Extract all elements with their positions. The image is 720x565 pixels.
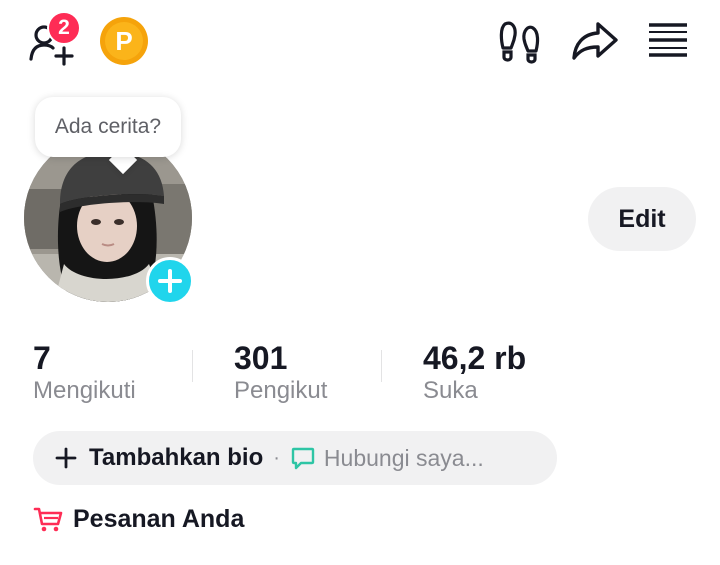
add-bio-label: Tambahkan bio: [89, 444, 264, 471]
following-label: Mengikuti: [33, 377, 136, 404]
story-prompt-text: Ada cerita?: [54, 115, 162, 138]
menu-icon: [649, 23, 687, 57]
separator-dot: ·: [273, 446, 280, 469]
shopping-cart-icon: [33, 507, 63, 532]
menu-button[interactable]: [646, 18, 690, 62]
points-coin-icon: P: [105, 22, 143, 60]
followers-count: 301: [234, 340, 288, 376]
bio-pill: Tambahkan bio · Hubungi saya...: [33, 431, 557, 485]
add-story-button[interactable]: [146, 257, 194, 305]
footprints-button[interactable]: [498, 18, 542, 64]
likes-count: 46,2 rb: [423, 340, 527, 376]
share-profile-button[interactable]: [570, 18, 620, 64]
add-bio-button[interactable]: Tambahkan bio: [55, 444, 263, 472]
notification-badge: 2: [47, 11, 81, 45]
points-coin-button[interactable]: P: [100, 17, 148, 65]
contact-me-label: Hubungi saya...: [323, 444, 484, 471]
likes-label: Suka: [423, 377, 478, 404]
your-orders-label: Pesanan Anda: [73, 504, 245, 533]
followers-label: Pengikut: [234, 377, 328, 404]
footprints-icon: [499, 21, 540, 64]
edit-profile-button[interactable]: Edit: [588, 187, 696, 251]
share-icon: [572, 22, 618, 60]
chat-bubble-icon: [291, 447, 315, 470]
points-label: P: [115, 25, 133, 56]
your-orders-link[interactable]: Pesanan Anda: [33, 504, 244, 534]
plus-icon: [55, 447, 77, 469]
stat-divider: [381, 350, 382, 382]
stat-divider: [192, 350, 193, 382]
story-prompt-bubble[interactable]: Ada cerita?: [35, 97, 181, 157]
plus-icon: [158, 269, 182, 293]
following-count: 7: [33, 340, 51, 376]
contact-me-button[interactable]: Hubungi saya...: [290, 445, 484, 472]
